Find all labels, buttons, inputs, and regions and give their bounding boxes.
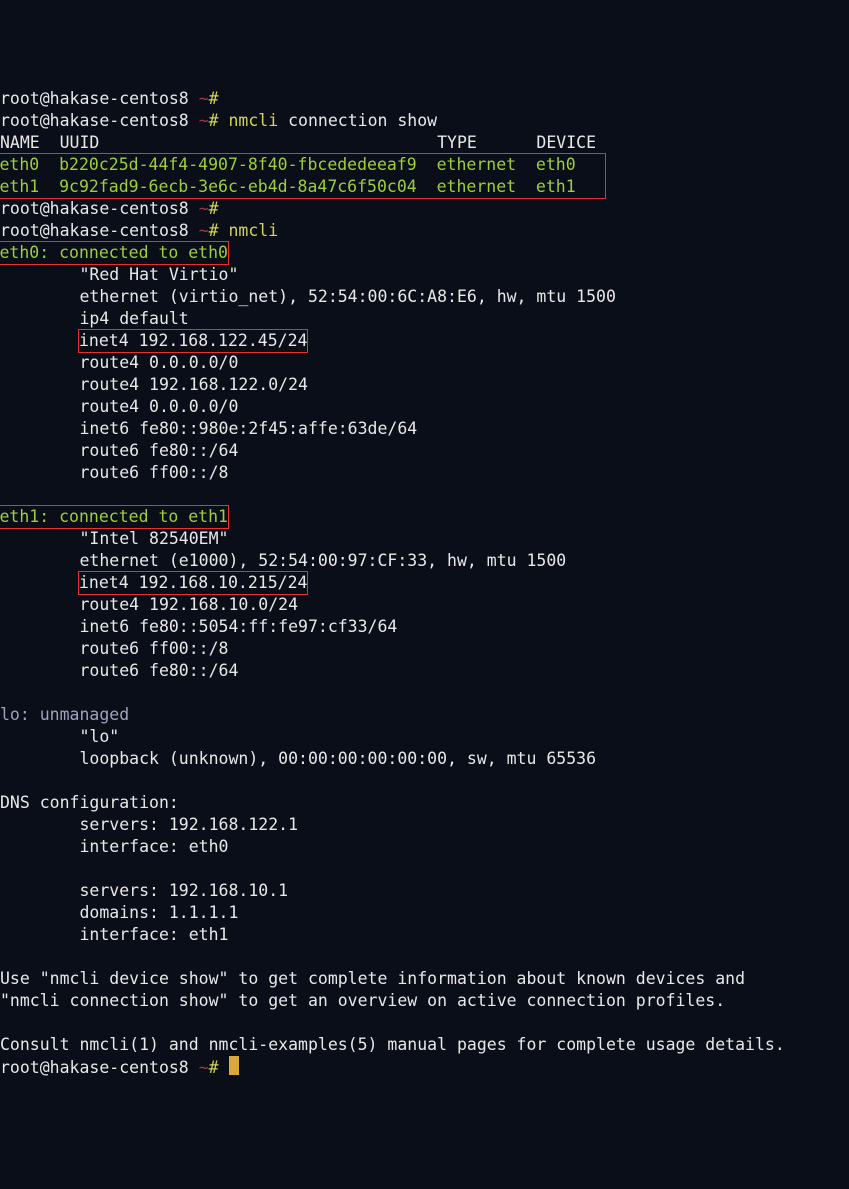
highlight-eth1-header: eth1: connected to eth1 [0, 505, 229, 529]
output-line: route6 fe80::/64 [0, 661, 238, 680]
prompt-hash: # [209, 89, 219, 108]
hint-line: Consult nmcli(1) and nmcli-examples(5) m… [0, 1035, 785, 1054]
output-indent [0, 331, 79, 350]
prompt-tilde: ~ [199, 89, 209, 108]
table-row: eth1 9c92fad9-6ecb-3e6c-eb4d-8a47c6f50c0… [0, 177, 605, 196]
hint-line: Use "nmcli device show" to get complete … [0, 969, 745, 988]
prompt-user: root@hakase-centos8 [0, 1058, 189, 1077]
output-line: route6 fe80::/64 [0, 441, 238, 460]
cmd-args: connection show [278, 111, 437, 130]
output-line: inet6 fe80::980e:2f45:affe:63de/64 [0, 419, 417, 438]
cursor[interactable] [229, 1056, 239, 1075]
prompt-user: root@hakase-centos8 [0, 199, 189, 218]
output-line: route6 ff00::/8 [0, 639, 228, 658]
prompt-hash: # [209, 111, 219, 130]
output-line: "lo" [0, 727, 119, 746]
prompt-hash: # [209, 221, 219, 240]
inet4-address: inet4 192.168.122.45/24 [79, 331, 307, 350]
output-line: route4 192.168.122.0/24 [0, 375, 308, 394]
output-line: interface: eth0 [0, 837, 228, 856]
dns-header: DNS configuration: [0, 793, 179, 812]
highlight-eth0-ip: inet4 192.168.122.45/24 [78, 329, 308, 353]
output-line: domains: 1.1.1.1 [0, 903, 238, 922]
hint-line: "nmcli connection show" to get an overvi… [0, 991, 725, 1010]
output-line: interface: eth1 [0, 925, 228, 944]
output-line: route4 0.0.0.0/0 [0, 397, 238, 416]
table-header: NAME UUID TYPE DEVICE [0, 133, 606, 152]
prompt-user: root@hakase-centos8 [0, 221, 189, 240]
output-line: loopback (unknown), 00:00:00:00:00:00, s… [0, 749, 596, 768]
output-line: ethernet (e1000), 52:54:00:97:CF:33, hw,… [0, 551, 566, 570]
cmd-nmcli: nmcli [229, 221, 279, 240]
inet4-address: inet4 192.168.10.215/24 [79, 573, 307, 592]
output-line: route6 ff00::/8 [0, 463, 228, 482]
output-line: inet6 fe80::5054:ff:fe97:cf33/64 [0, 617, 397, 636]
prompt-hash: # [209, 199, 219, 218]
prompt-tilde: ~ [199, 111, 209, 130]
prompt-hash: # [209, 1058, 219, 1077]
output-line: "Red Hat Virtio" [0, 265, 238, 284]
cmd-nmcli: nmcli [229, 111, 279, 130]
output-line: servers: 192.168.10.1 [0, 881, 288, 900]
prompt-tilde: ~ [199, 221, 209, 240]
highlight-connection-rows: eth0 b220c25d-44f4-4907-8f40-fbcededeeaf… [0, 153, 606, 199]
output-indent [0, 573, 79, 592]
table-row: eth0 b220c25d-44f4-4907-8f40-fbcededeeaf… [0, 155, 605, 174]
prompt-tilde: ~ [199, 1058, 209, 1077]
interface-header: eth0: connected to eth0 [0, 243, 228, 262]
prompt-user: root@hakase-centos8 [0, 111, 189, 130]
interface-header: lo: unmanaged [0, 705, 129, 724]
highlight-eth0-header: eth0: connected to eth0 [0, 241, 229, 265]
output-line: route4 0.0.0.0/0 [0, 353, 238, 372]
prompt-user: root@hakase-centos8 [0, 89, 189, 108]
interface-header: eth1: connected to eth1 [0, 507, 228, 526]
prompt-tilde: ~ [199, 199, 209, 218]
highlight-eth1-ip: inet4 192.168.10.215/24 [78, 571, 308, 595]
output-line: ip4 default [0, 309, 189, 328]
terminal[interactable]: root@hakase-centos8 ~# root@hakase-cento… [0, 88, 849, 1079]
output-line: "Intel 82540EM" [0, 529, 228, 548]
output-line: ethernet (virtio_net), 52:54:00:6C:A8:E6… [0, 287, 616, 306]
output-line: servers: 192.168.122.1 [0, 815, 298, 834]
output-line: route4 192.168.10.0/24 [0, 595, 298, 614]
